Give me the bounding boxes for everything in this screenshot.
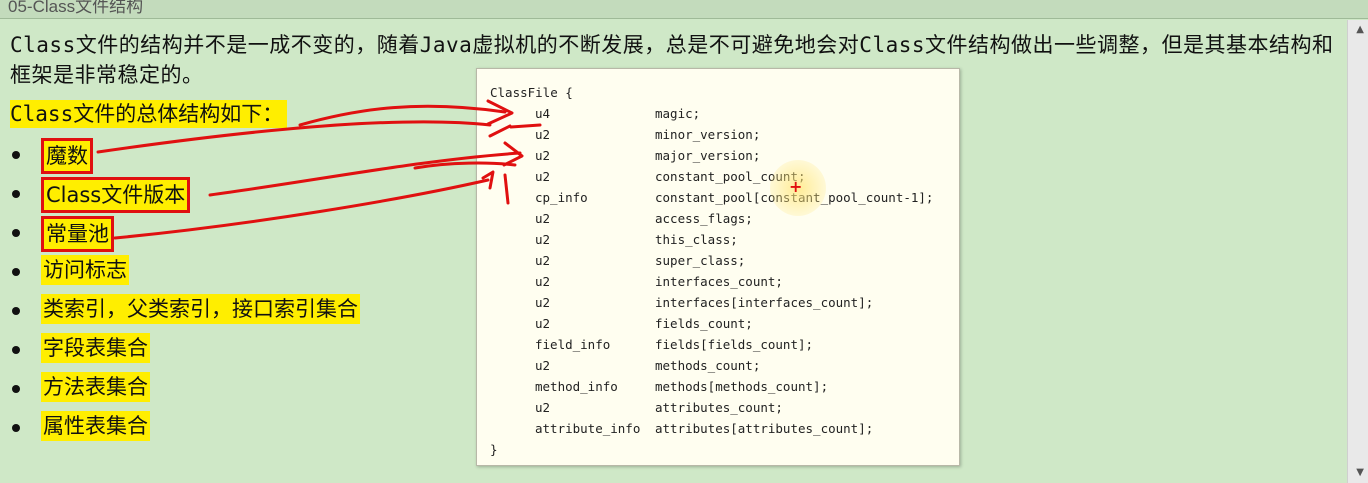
code-field: attributes[attributes_count];: [655, 421, 874, 436]
code-type: cp_info: [535, 190, 588, 205]
list-item-version: Class文件版本: [41, 177, 191, 213]
code-field: interfaces[interfaces_count];: [655, 295, 874, 310]
code-field: access_flags;: [655, 211, 753, 226]
document-title: 05-Class文件结构: [8, 0, 144, 16]
vertical-scrollbar[interactable]: [1347, 20, 1368, 483]
subheading-class-term: Class: [10, 102, 74, 126]
cursor-crosshair-icon: +: [789, 177, 803, 196]
code-field: this_class;: [655, 232, 738, 247]
code-type: u4: [535, 106, 551, 121]
annotation-arrow: [298, 104, 507, 127]
code-header: ClassFile {: [490, 85, 573, 100]
list-item-attributes: 属性表集合: [41, 411, 150, 441]
list-item-constant-pool: 常量池: [41, 216, 114, 252]
code-type: u2: [535, 358, 551, 373]
intro-text-1: 文件的结构并不是一成不变的，随着: [75, 33, 420, 57]
code-type: attribute_info: [535, 421, 641, 436]
list-item-indexes: 类索引，父类索引，接口索引集合: [41, 294, 360, 324]
code-type: u2: [535, 169, 551, 184]
list-item-fields: 字段表集合: [41, 333, 150, 363]
code-field: minor_version;: [655, 127, 761, 142]
intro-class-term: Class: [10, 33, 76, 57]
code-field: fields_count;: [655, 316, 753, 331]
code-type: u2: [535, 274, 551, 289]
code-field: methods[methods_count];: [655, 379, 829, 394]
code-footer: }: [490, 442, 498, 457]
annotation-arrow: [208, 151, 522, 197]
list-item-magic: 魔数: [41, 138, 93, 174]
code-field: attributes_count;: [655, 400, 783, 415]
code-field: super_class;: [655, 253, 746, 268]
structure-subheading: Class文件的总体结构如下：: [10, 100, 288, 128]
code-field: interfaces_count;: [655, 274, 783, 289]
code-field: major_version;: [655, 148, 761, 163]
bullet-icon: [12, 151, 20, 159]
bullet-icon: [12, 268, 20, 276]
bullet-icon: [12, 307, 20, 315]
intro-text-2: 虚拟机的不断发展，总是不可避免地会对: [472, 33, 860, 57]
code-type: u2: [535, 400, 551, 415]
classfile-code-block: ClassFile { u4 magic; u2 minor_version; u2…: [476, 68, 960, 466]
code-field: methods_count;: [655, 358, 761, 373]
code-field: fields[fields_count];: [655, 337, 814, 352]
code-type: u2: [535, 232, 551, 247]
code-field: magic;: [655, 106, 701, 121]
intro-java-term: Java: [419, 33, 473, 57]
document-title-bar: 05-Class文件结构: [0, 0, 1368, 19]
code-type: u2: [535, 253, 551, 268]
list-item-access-flags: 访问标志: [41, 255, 129, 285]
bullet-icon: [12, 346, 20, 354]
subheading-text: 文件的总体结构如下：: [73, 102, 284, 126]
scroll-up-arrow-icon[interactable]: ▲: [1356, 24, 1364, 35]
code-type: u2: [535, 316, 551, 331]
code-type: u2: [535, 295, 551, 310]
code-type: u2: [535, 127, 551, 142]
code-type: u2: [535, 148, 551, 163]
scroll-down-arrow-icon[interactable]: ▼: [1356, 467, 1364, 478]
code-type: field_info: [535, 337, 611, 352]
code-type: u2: [535, 211, 551, 226]
bullet-icon: [12, 424, 20, 432]
bullet-icon: [12, 229, 20, 237]
bullet-icon: [12, 190, 20, 198]
bullet-icon: [12, 385, 20, 393]
list-item-methods: 方法表集合: [41, 372, 150, 402]
code-type: method_info: [535, 379, 618, 394]
intro-class-term-2: Class: [859, 33, 926, 57]
